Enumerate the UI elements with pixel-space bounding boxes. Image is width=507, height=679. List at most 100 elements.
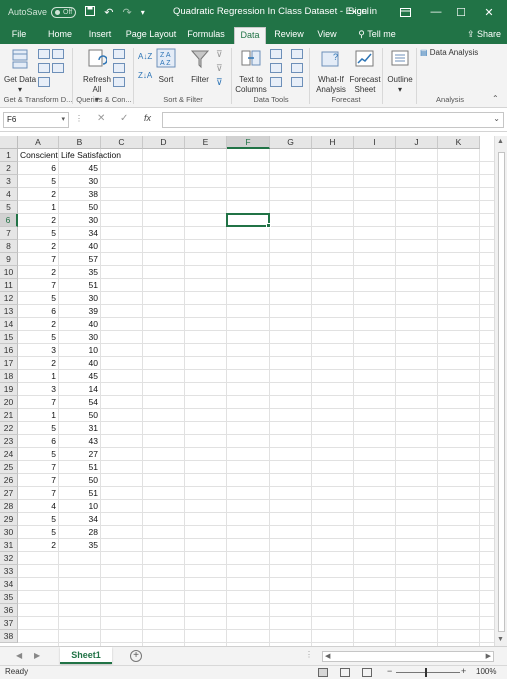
cell-b23[interactable]: 43 [59,435,101,448]
column-header-b[interactable]: B [59,136,101,149]
cell-a12[interactable]: 5 [18,292,59,305]
cancel-icon[interactable]: ✕ [97,113,105,124]
share-button[interactable]: ⇪ Share [464,27,504,44]
tab-split-handle[interactable]: ⋮ [305,650,313,659]
cell-b15[interactable]: 30 [59,331,101,344]
formula-input[interactable]: ⌄ [162,112,504,128]
cell-b24[interactable]: 27 [59,448,101,461]
cell-a25[interactable]: 7 [18,461,59,474]
row-header-22[interactable]: 22 [0,422,18,435]
collapse-ribbon-icon[interactable]: ⌃ [492,94,499,103]
get-data-button[interactable]: Get Data ▾ [4,48,36,95]
from-web-icon[interactable] [52,49,64,59]
cell-a17[interactable]: 2 [18,357,59,370]
data-validation-icon[interactable] [270,77,282,87]
scroll-right-icon[interactable]: ▶ [486,652,491,660]
autosave-control[interactable]: AutoSave Off [8,6,77,18]
cell-a2[interactable]: 6 [18,162,59,175]
cell-a3[interactable]: 5 [18,175,59,188]
formula-bar-grip-icon[interactable]: ⋮ [75,114,83,123]
cell-b19[interactable]: 14 [59,383,101,396]
cell-a26[interactable]: 7 [18,474,59,487]
row-header-25[interactable]: 25 [0,461,18,474]
cell-b2[interactable]: 45 [59,162,101,175]
cell-b5[interactable]: 50 [59,201,101,214]
relationships-icon[interactable] [291,63,303,73]
tab-data[interactable]: Data [234,27,266,44]
scroll-up-icon[interactable]: ▲ [497,138,504,145]
sort-descending-icon[interactable]: Z↓A [138,71,152,80]
row-header-18[interactable]: 18 [0,370,18,383]
cell-b1[interactable]: Life Satisfaction [59,149,121,162]
sign-in-link[interactable]: Sign in [348,6,377,17]
existing-connections-icon[interactable] [38,77,50,87]
row-header-27[interactable]: 27 [0,487,18,500]
what-if-analysis-button[interactable]: ? What-If Analysis [312,48,350,95]
cell-a8[interactable]: 2 [18,240,59,253]
column-header-i[interactable]: I [354,136,396,149]
cell-a21[interactable]: 1 [18,409,59,422]
row-header-24[interactable]: 24 [0,448,18,461]
add-sheet-icon[interactable]: + [130,650,142,662]
minimize-icon[interactable]: — [425,2,447,22]
column-header-d[interactable]: D [143,136,185,149]
cell-b20[interactable]: 54 [59,396,101,409]
cell-b18[interactable]: 45 [59,370,101,383]
row-header-14[interactable]: 14 [0,318,18,331]
undo-icon[interactable]: ↶ [104,6,113,19]
cell-b21[interactable]: 50 [59,409,101,422]
cell-b14[interactable]: 40 [59,318,101,331]
cell-a16[interactable]: 3 [18,344,59,357]
cell-b13[interactable]: 39 [59,305,101,318]
enter-icon[interactable]: ✓ [120,113,128,124]
redo-icon[interactable]: ↷ [122,6,131,19]
cell-a30[interactable]: 5 [18,526,59,539]
row-header-21[interactable]: 21 [0,409,18,422]
cell-a9[interactable]: 7 [18,253,59,266]
row-header-20[interactable]: 20 [0,396,18,409]
insert-function-button[interactable]: fx [144,113,151,123]
cell-b17[interactable]: 40 [59,357,101,370]
name-box[interactable]: F6 ▾ [3,112,69,128]
expand-formula-icon[interactable]: ⌄ [493,114,500,123]
row-header-31[interactable]: 31 [0,539,18,552]
row-header-23[interactable]: 23 [0,435,18,448]
cell-b12[interactable]: 30 [59,292,101,305]
cell-a19[interactable]: 3 [18,383,59,396]
horizontal-scrollbar[interactable]: ◀ ▶ [322,651,494,662]
tab-home[interactable]: Home [44,27,76,44]
cell-b3[interactable]: 30 [59,175,101,188]
column-header-h[interactable]: H [312,136,354,149]
row-header-11[interactable]: 11 [0,279,18,292]
page-break-view-icon[interactable] [362,668,372,677]
queries-icon[interactable] [113,49,125,59]
column-header-j[interactable]: J [396,136,438,149]
cell-b11[interactable]: 51 [59,279,101,292]
row-header-7[interactable]: 7 [0,227,18,240]
flash-fill-icon[interactable] [270,49,282,59]
row-header-35[interactable]: 35 [0,591,18,604]
zoom-level[interactable]: 100% [476,667,496,676]
cell-a22[interactable]: 5 [18,422,59,435]
outline-button[interactable]: Outline ▾ [385,48,415,95]
cell-a27[interactable]: 7 [18,487,59,500]
customize-toolbar-icon[interactable]: ▾ [141,8,145,17]
recent-sources-icon[interactable] [52,63,64,73]
tab-insert[interactable]: Insert [84,27,116,44]
from-table-icon[interactable] [38,63,50,73]
row-header-37[interactable]: 37 [0,617,18,630]
column-header-c[interactable]: C [101,136,143,149]
cell-b27[interactable]: 51 [59,487,101,500]
properties-icon[interactable] [113,63,125,73]
row-header-38[interactable]: 38 [0,630,18,643]
sort-button[interactable]: Z AA Z Sort [154,48,178,85]
from-text-icon[interactable] [38,49,50,59]
advanced-filter-icon[interactable]: ⊽ [216,77,223,88]
cell-b7[interactable]: 34 [59,227,101,240]
cell-a5[interactable]: 1 [18,201,59,214]
cell-b25[interactable]: 51 [59,461,101,474]
row-header-28[interactable]: 28 [0,500,18,513]
page-layout-view-icon[interactable] [340,668,350,677]
manage-data-model-icon[interactable] [291,77,303,87]
row-header-36[interactable]: 36 [0,604,18,617]
